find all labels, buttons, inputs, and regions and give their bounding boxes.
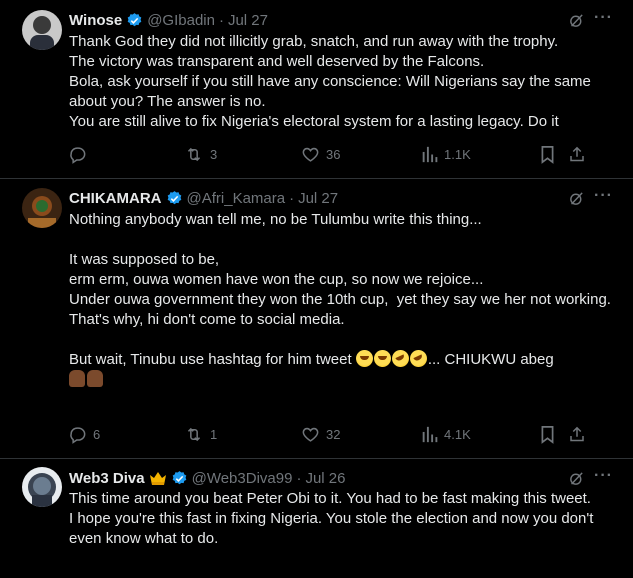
avatar[interactable] <box>22 467 62 507</box>
like-button[interactable]: 32 <box>301 424 340 444</box>
tweet-header: CHIKAMARA @Afri_Kamara · Jul 27 <box>69 188 338 208</box>
tweet[interactable]: Web3 Diva @Web3Diva99 · Jul 26 ··· This … <box>0 458 633 578</box>
bookmark-icon <box>541 145 554 164</box>
more-options-button[interactable]: ··· <box>594 9 613 27</box>
verified-badge-icon <box>126 12 143 29</box>
crown-emoji <box>149 472 166 485</box>
author-handle[interactable]: @Web3Diva99 <box>192 470 293 487</box>
verified-badge-icon <box>166 190 183 207</box>
tweet[interactable]: Winose @GIbadin · Jul 27 ··· Thank God t… <box>0 0 633 179</box>
reply-button[interactable]: 6 <box>68 424 100 444</box>
tweet-actions: 3 36 1.1K <box>68 144 588 164</box>
tweet-text: This time around you beat Peter Obi to i… <box>69 489 617 549</box>
more-options-button[interactable]: ··· <box>594 467 613 485</box>
timestamp[interactable]: Jul 27 <box>228 12 268 29</box>
author-handle[interactable]: @GIbadin <box>147 12 215 29</box>
hands-emoji <box>69 370 85 387</box>
separator: · <box>218 11 224 29</box>
laughing-emoji <box>355 350 373 367</box>
bookmark-button[interactable] <box>539 144 556 164</box>
repost-icon <box>187 147 201 161</box>
avatar[interactable] <box>22 188 62 228</box>
tweet-actions: 6 1 32 4.1K <box>68 424 588 444</box>
verified-badge-icon <box>171 470 188 487</box>
tweet-header: Web3 Diva @Web3Diva99 · Jul 26 <box>69 468 345 488</box>
views-count: 4.1K <box>444 426 471 442</box>
tweet-text-content: This time around you beat Peter Obi to i… <box>69 490 594 547</box>
rofl-emoji <box>407 347 430 370</box>
tweet-text: Thank God they did not illicitly grab, s… <box>69 32 617 132</box>
share-button[interactable] <box>568 144 586 164</box>
avatar[interactable] <box>22 10 62 50</box>
separator: · <box>296 469 302 487</box>
reply-icon <box>70 426 86 444</box>
laughing-emoji <box>373 350 391 367</box>
timestamp[interactable]: Jul 27 <box>298 190 338 207</box>
like-count: 36 <box>326 146 341 162</box>
views-icon <box>422 146 438 162</box>
tweet-text: Nothing anybody wan tell me, no be Tulum… <box>69 210 617 390</box>
repost-count: 3 <box>210 146 218 162</box>
reply-icon <box>70 146 86 164</box>
views-icon <box>422 426 438 442</box>
repost-count: 1 <box>210 426 218 442</box>
author-name[interactable]: CHIKAMARA <box>69 190 162 207</box>
author-name[interactable]: Winose <box>69 12 122 29</box>
rofl-emoji <box>389 347 412 370</box>
tweet-header: Winose @GIbadin · Jul 27 <box>69 10 268 30</box>
author-handle[interactable]: @Afri_Kamara <box>187 190 286 207</box>
share-icon <box>570 426 584 441</box>
bookmark-button[interactable] <box>539 424 556 444</box>
timeline-feed: Winose @GIbadin · Jul 27 ··· Thank God t… <box>0 0 633 578</box>
like-button[interactable]: 36 <box>301 144 340 164</box>
tweet-text-content: Nothing anybody wan tell me, no be Tulum… <box>69 211 611 368</box>
timestamp[interactable]: Jul 26 <box>305 470 345 487</box>
like-icon <box>302 147 319 162</box>
tweet[interactable]: CHIKAMARA @Afri_Kamara · Jul 27 ··· Noth… <box>0 178 633 459</box>
like-icon <box>302 427 319 442</box>
reply-button[interactable] <box>68 144 93 164</box>
tweet-text-content: Thank God they did not illicitly grab, s… <box>69 33 591 130</box>
reply-count: 6 <box>93 426 101 442</box>
repost-button[interactable]: 1 <box>184 424 217 444</box>
hands-emoji <box>87 370 103 387</box>
views-button[interactable]: 4.1K <box>421 424 471 444</box>
grok-icon[interactable] <box>568 12 585 34</box>
separator: · <box>289 189 295 207</box>
views-count: 1.1K <box>444 146 471 162</box>
grok-icon[interactable] <box>568 190 585 212</box>
more-options-button[interactable]: ··· <box>594 187 613 205</box>
repost-button[interactable]: 3 <box>184 144 217 164</box>
bookmark-icon <box>541 425 554 444</box>
share-icon <box>570 146 584 161</box>
views-button[interactable]: 1.1K <box>421 144 471 164</box>
share-button[interactable] <box>568 424 586 444</box>
author-name[interactable]: Web3 Diva <box>69 470 145 487</box>
like-count: 32 <box>326 426 341 442</box>
repost-icon <box>187 427 201 441</box>
tweet-text-tail: ... CHIUKWU abeg <box>427 351 554 368</box>
